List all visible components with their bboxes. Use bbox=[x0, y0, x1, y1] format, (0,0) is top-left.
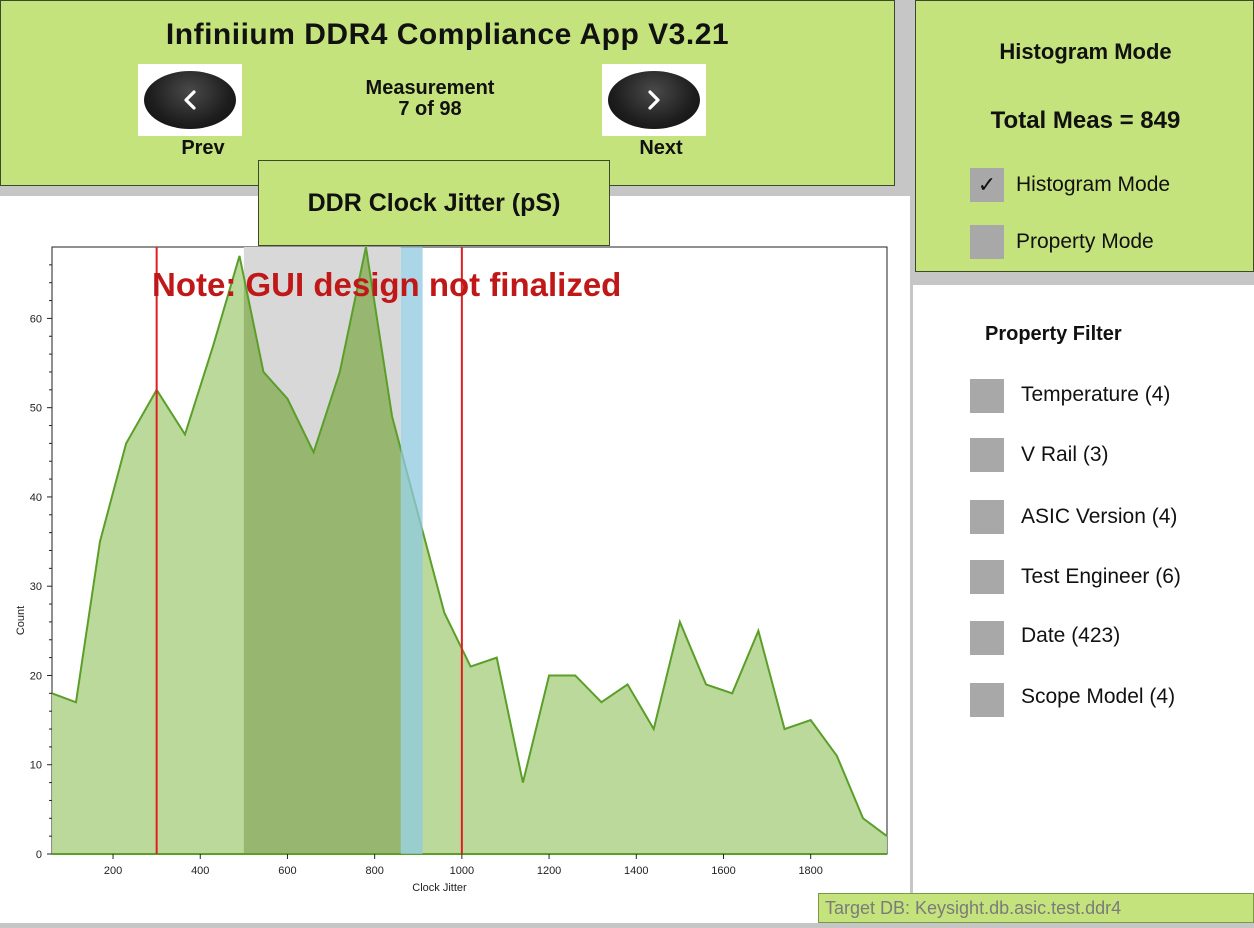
mode-heading: Histogram Mode bbox=[999, 39, 1172, 64]
x-axis-label: Clock Jitter bbox=[412, 882, 467, 894]
x-tick-label: 1400 bbox=[624, 865, 648, 877]
filter-label-test-engineer[interactable]: Test Engineer (6) bbox=[1021, 565, 1181, 589]
measurement-label: Measurement bbox=[365, 77, 495, 99]
filter-checkbox-test-engineer[interactable] bbox=[970, 560, 1004, 594]
mode-panel: Histogram Mode Total Meas = 849 ✓ Histog… bbox=[915, 0, 1254, 272]
next-arrow-icon bbox=[608, 71, 700, 129]
y-tick-label: 20 bbox=[30, 670, 42, 682]
design-note: Note: GUI design not finalized bbox=[152, 266, 621, 303]
measurement-counter: Measurement 7 of 98 bbox=[300, 78, 560, 120]
x-tick-label: 200 bbox=[104, 865, 122, 877]
y-tick-label: 0 bbox=[36, 849, 42, 861]
prev-button[interactable] bbox=[138, 64, 242, 136]
property-filter-heading: Property Filter bbox=[985, 323, 1122, 345]
filter-label-scope-model[interactable]: Scope Model (4) bbox=[1021, 685, 1175, 709]
x-tick-label: 600 bbox=[278, 865, 296, 877]
next-button[interactable] bbox=[602, 64, 706, 136]
property-mode-label[interactable]: Property Mode bbox=[1016, 230, 1154, 254]
measurement-position: 7 of 98 bbox=[398, 98, 462, 120]
x-tick-label: 400 bbox=[191, 865, 209, 877]
histogram-mode-label[interactable]: Histogram Mode bbox=[1016, 173, 1170, 197]
histogram-mode-checkbox[interactable]: ✓ bbox=[970, 168, 1004, 202]
target-db-status: Target DB: Keysight.db.asic.test.ddr4 bbox=[818, 893, 1254, 923]
y-tick-label: 10 bbox=[30, 760, 42, 772]
filter-label-asic-version[interactable]: ASIC Version (4) bbox=[1021, 505, 1177, 529]
filter-label-v-rail[interactable]: V Rail (3) bbox=[1021, 443, 1109, 467]
filter-checkbox-date[interactable] bbox=[970, 621, 1004, 655]
next-label[interactable]: Next bbox=[596, 137, 726, 160]
app-title: Infiniium DDR4 Compliance App V3.21 bbox=[165, 18, 730, 51]
x-tick-label: 1200 bbox=[537, 865, 561, 877]
property-mode-checkbox[interactable] bbox=[970, 225, 1004, 259]
chart-panel: 200 400 600 800 1000 1200 1400 1600 1800 0 10 20 30 4… bbox=[0, 196, 910, 923]
histogram-chart[interactable]: 200 400 600 800 1000 1200 1400 1600 1800 0 10 20 30 4… bbox=[0, 196, 910, 923]
prev-label[interactable]: Prev bbox=[138, 137, 268, 160]
total-measurements: Total Meas = 849 bbox=[990, 107, 1181, 134]
x-tick-label: 1000 bbox=[450, 865, 474, 877]
prev-arrow-icon bbox=[144, 71, 236, 129]
filter-checkbox-asic-version[interactable] bbox=[970, 500, 1004, 534]
filter-label-date[interactable]: Date (423) bbox=[1021, 624, 1120, 648]
y-tick-label: 30 bbox=[30, 581, 42, 593]
y-axis-label: Count bbox=[15, 606, 27, 635]
y-tick-label: 40 bbox=[30, 492, 42, 504]
filter-checkbox-scope-model[interactable] bbox=[970, 683, 1004, 717]
chart-title: DDR Clock Jitter (pS) bbox=[258, 160, 610, 246]
x-tick-label: 1800 bbox=[798, 865, 822, 877]
property-filter-panel: Property Filter Temperature (4) V Rail (… bbox=[913, 285, 1254, 923]
x-tick-label: 800 bbox=[365, 865, 383, 877]
filter-label-temperature[interactable]: Temperature (4) bbox=[1021, 383, 1170, 407]
y-tick-label: 50 bbox=[30, 403, 42, 415]
x-tick-label: 1600 bbox=[711, 865, 735, 877]
filter-checkbox-v-rail[interactable] bbox=[970, 438, 1004, 472]
filter-checkbox-temperature[interactable] bbox=[970, 379, 1004, 413]
highlight-band[interactable] bbox=[400, 247, 423, 854]
y-tick-label: 60 bbox=[30, 313, 42, 325]
